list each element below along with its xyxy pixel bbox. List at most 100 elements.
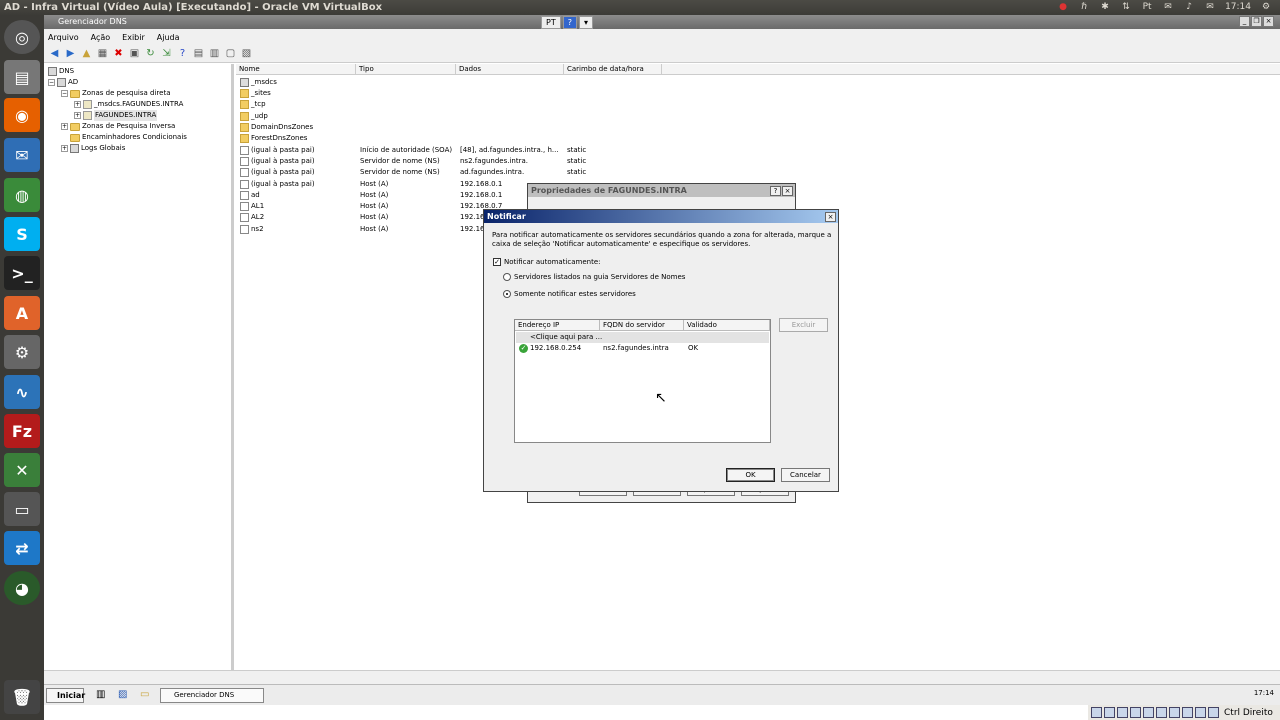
clock[interactable]: 17:14 [1225,0,1251,15]
globe-icon[interactable]: ◕ [4,571,40,605]
column-header-ip[interactable]: Endereço IP [515,320,600,331]
tree-global-logs[interactable]: + Logs Globais [61,143,125,154]
list-item[interactable]: ForestDnsZones [236,133,1280,144]
language-indicator[interactable]: PT [541,16,561,29]
list-item[interactable]: _udp [236,111,1280,122]
keyboard-icon[interactable]: Pt [1141,0,1153,15]
table-row[interactable]: (igual à pasta pai) Servidor de nome (NS)… [236,156,1280,167]
restore-icon[interactable]: ❐ [1251,16,1262,27]
list-item[interactable]: _tcp [236,99,1280,110]
expand-icon[interactable]: + [61,145,68,152]
column-header-data[interactable]: Dados [456,64,564,75]
tree-zone-fagundes[interactable]: + FAGUNDES.INTRA [74,110,158,121]
expand-icon[interactable]: + [61,123,68,130]
dropbox-icon[interactable]: ✱ [1099,0,1111,15]
server-icon[interactable]: ▥ [208,47,221,60]
volume-icon[interactable]: ♪ [1183,0,1195,15]
table-row[interactable]: (igual à pasta pai) Início de autoridade … [236,145,1280,156]
view-icon[interactable]: ▤ [192,47,205,60]
help-toolbar-icon[interactable]: ? [176,47,189,60]
tree-zone-msdcs[interactable]: + _msdcs.FAGUNDES.INTRA [74,99,183,110]
close-icon[interactable]: × [782,186,793,196]
help-icon[interactable]: ? [770,186,781,196]
tree-dns-root[interactable]: DNS [48,66,74,77]
expand-icon[interactable]: + [74,112,81,119]
list-item[interactable]: DomainDnsZones [236,122,1280,133]
mouse-integration-icon[interactable] [1208,707,1219,718]
up-folder-icon[interactable]: ▲ [80,47,93,60]
dash-icon[interactable]: ◎ [4,20,40,54]
properties-icon[interactable]: ▣ [128,47,141,60]
menu-arquivo[interactable]: Arquivo [48,33,79,42]
server-manager-icon[interactable]: ▥ [96,689,105,700]
zone-icon[interactable]: ▢ [224,47,237,60]
filezilla-icon[interactable]: Fz [4,414,40,448]
radio-only-these[interactable] [503,290,511,298]
language-options-icon[interactable]: ▾ [578,16,593,29]
remote-desktop-icon[interactable]: ▭ [4,492,40,526]
column-header-validated[interactable]: Validado [684,320,770,331]
column-header-name[interactable]: Nome [236,64,356,75]
xmind-icon[interactable]: ✕ [4,453,40,487]
shared-folders-icon[interactable] [1156,707,1167,718]
menu-ajuda[interactable]: Ajuda [157,33,180,42]
display-icon[interactable] [1169,707,1180,718]
export-icon[interactable]: ⇲ [160,47,173,60]
trash-icon[interactable]: 🗑 [4,680,40,714]
explorer-icon[interactable]: ▭ [140,689,149,700]
mail-icon[interactable]: ✉ [1162,0,1174,15]
close-icon[interactable]: × [1263,16,1274,27]
terminal-icon[interactable]: >_ [4,256,40,290]
cpu-icon[interactable] [1195,707,1206,718]
system-monitor-icon[interactable]: ∿ [4,375,40,409]
table-row[interactable]: (igual à pasta pai) Servidor de nome (NS)… [236,167,1280,178]
chrome-icon[interactable]: ◍ [4,178,40,212]
collapse-icon[interactable]: − [61,90,68,97]
tree-reverse-zones[interactable]: + Zonas de Pesquisa Inversa [61,121,175,132]
cancel-button[interactable]: Cancelar [781,468,830,482]
network-icon[interactable]: ⇅ [1120,0,1132,15]
thunderbird-icon[interactable]: ✉ [4,138,40,172]
taskbar-dns-manager[interactable]: Gerenciador DNS [160,688,264,703]
record-toolbar-icon[interactable]: ▧ [240,47,253,60]
menu-exibir[interactable]: Exibir [122,33,145,42]
skype-icon[interactable]: S [4,217,40,251]
network-adapter-icon[interactable] [1130,707,1141,718]
mail-indicator-icon[interactable]: ✉ [1204,0,1216,15]
close-icon[interactable]: × [825,212,836,222]
show-tree-icon[interactable]: ▦ [96,47,109,60]
list-item[interactable]: _msdcs [236,77,1280,88]
auto-notify-checkbox[interactable]: ✓ [493,258,501,266]
optical-drive-icon[interactable] [1104,707,1115,718]
delete-icon[interactable]: ✖ [112,47,125,60]
firefox-icon[interactable]: ◉ [4,98,40,132]
column-header-type[interactable]: Tipo [356,64,456,75]
collapse-icon[interactable]: − [48,79,55,86]
gear-icon[interactable]: ⚙ [1260,0,1272,15]
settings-icon[interactable]: ⚙ [4,335,40,369]
delete-button[interactable]: Excluir [779,318,828,332]
list-item[interactable]: _sites [236,88,1280,99]
taskbar-clock[interactable]: 17:14 [1254,689,1274,697]
help-icon[interactable]: ? [562,16,577,29]
tree-server-ad[interactable]: − AD [48,77,78,88]
ok-button[interactable]: OK [726,468,775,482]
minimize-icon[interactable]: _ [1239,16,1250,27]
teamviewer-icon[interactable]: ⇄ [4,531,40,565]
audio-icon[interactable] [1117,707,1128,718]
radio-name-servers[interactable] [503,273,511,281]
menu-acao[interactable]: Ação [91,33,111,42]
files-icon[interactable]: ▤ [4,60,40,94]
hdd-icon[interactable] [1091,707,1102,718]
refresh-icon[interactable]: ↻ [144,47,157,60]
table-row[interactable]: ✓ 192.168.0.254 ns2.fagundes.intra OK [516,343,769,354]
column-header-timestamp[interactable]: Carimbo de data/hora [564,64,662,75]
language-bar[interactable]: PT ? ▾ [541,16,593,29]
video-capture-icon[interactable] [1182,707,1193,718]
add-server-row[interactable]: <Clique aqui para ... [516,332,769,343]
tree-conditional-forwarders[interactable]: Encaminhadores Condicionais [70,132,187,143]
hp-icon[interactable]: ℏ [1078,0,1090,15]
software-center-icon[interactable]: A [4,296,40,330]
powershell-icon[interactable]: ▨ [118,689,127,700]
start-button[interactable]: Iniciar [46,688,85,703]
